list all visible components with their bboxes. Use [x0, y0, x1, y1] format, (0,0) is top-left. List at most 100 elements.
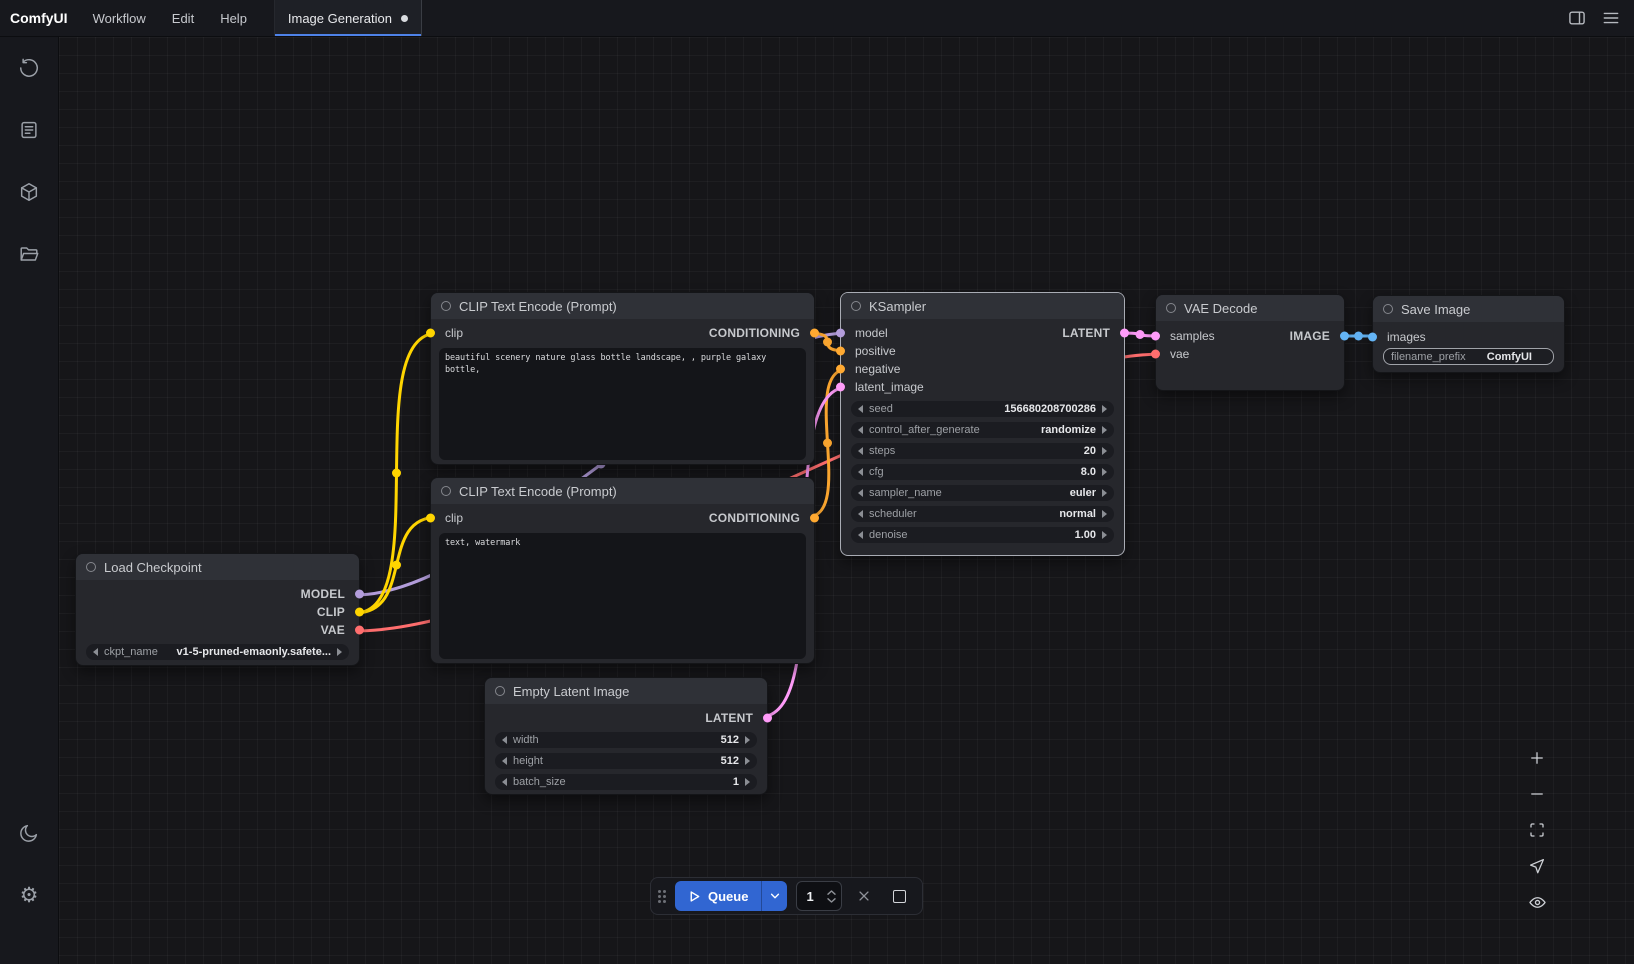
port-clip-output[interactable]	[355, 608, 364, 617]
stop-button[interactable]	[886, 883, 912, 909]
increment-arrow-icon[interactable]	[1102, 489, 1107, 497]
queue-options-button[interactable]	[761, 881, 787, 911]
widget-denoise[interactable]: denoise 1.00	[851, 527, 1114, 543]
zoom-in-button[interactable]	[1522, 743, 1552, 773]
decrement-arrow-icon[interactable]	[502, 736, 507, 744]
widget-filename-prefix[interactable]: filename_prefix ComfyUI	[1383, 348, 1554, 365]
widget-sampler-name[interactable]: sampler_name euler	[851, 485, 1114, 501]
node-clip-text-encode-positive[interactable]: CLIP Text Encode (Prompt) clip CONDITION…	[430, 292, 815, 465]
decrement-arrow-icon[interactable]	[858, 447, 863, 455]
port-samples-input[interactable]	[1151, 332, 1160, 341]
toggle-visibility-button[interactable]	[1522, 887, 1552, 917]
widget-seed[interactable]: seed 156680208700286	[851, 401, 1114, 417]
theme-toggle-button[interactable]	[16, 820, 42, 846]
batch-count-input[interactable]: 1	[796, 881, 842, 911]
node-header[interactable]: VAE Decode	[1156, 295, 1344, 321]
prompt-text-area[interactable]: beautiful scenery nature glass bottle la…	[439, 348, 806, 460]
port-negative-input[interactable]	[836, 365, 845, 374]
widget-control-after-generate[interactable]: control_after_generate randomize	[851, 422, 1114, 438]
sidebar-item-history[interactable]	[16, 55, 42, 81]
widget-steps[interactable]: steps 20	[851, 443, 1114, 459]
decrement-arrow-icon[interactable]	[858, 468, 863, 476]
increment-arrow-icon[interactable]	[1102, 426, 1107, 434]
widget-width[interactable]: width 512	[495, 732, 757, 748]
hamburger-menu-button[interactable]	[1596, 3, 1626, 33]
node-load-checkpoint[interactable]: Load Checkpoint MODEL CLIP VAE ckpt_name…	[75, 553, 360, 666]
increment-arrow-icon[interactable]	[1102, 405, 1107, 413]
link-midpoint-dot[interactable]	[823, 338, 832, 347]
prompt-text-area[interactable]: text, watermark	[439, 533, 806, 659]
link-midpoint-dot[interactable]	[823, 439, 832, 448]
sidebar-item-workflows[interactable]	[16, 241, 42, 267]
node-header[interactable]: Save Image	[1373, 296, 1564, 322]
app-logo[interactable]: ComfyUI	[0, 0, 80, 36]
clear-queue-button[interactable]	[851, 883, 877, 909]
link-midpoint-dot[interactable]	[392, 469, 401, 478]
port-clip-input[interactable]	[426, 514, 435, 523]
port-image-output[interactable]	[1340, 332, 1349, 341]
node-clip-text-encode-negative[interactable]: CLIP Text Encode (Prompt) clip CONDITION…	[430, 477, 815, 664]
port-vae-input[interactable]	[1151, 350, 1160, 359]
collapse-dot[interactable]	[851, 301, 861, 311]
drag-handle[interactable]	[658, 890, 666, 903]
port-latent-output[interactable]	[1120, 329, 1129, 338]
widget-batch-size[interactable]: batch_size 1	[495, 774, 757, 790]
menu-edit[interactable]: Edit	[159, 0, 207, 36]
widget-height[interactable]: height 512	[495, 753, 757, 769]
widget-ckpt-name[interactable]: ckpt_name v1-5-pruned-emaonly.safete...	[86, 644, 349, 660]
port-positive-input[interactable]	[836, 347, 845, 356]
fit-view-button[interactable]	[1522, 815, 1552, 845]
increment-arrow-icon[interactable]	[745, 736, 750, 744]
collapse-dot[interactable]	[441, 486, 451, 496]
collapse-dot[interactable]	[1166, 303, 1176, 313]
collapse-dot[interactable]	[441, 301, 451, 311]
decrement-arrow-icon[interactable]	[858, 489, 863, 497]
decrement-arrow-icon[interactable]	[93, 648, 98, 656]
node-header[interactable]: KSampler	[841, 293, 1124, 319]
node-header[interactable]: CLIP Text Encode (Prompt)	[431, 478, 814, 504]
node-ksampler[interactable]: KSampler model LATENT positive negative …	[840, 292, 1125, 556]
menu-help[interactable]: Help	[207, 0, 260, 36]
port-latent-image-input[interactable]	[836, 383, 845, 392]
port-clip-input[interactable]	[426, 329, 435, 338]
port-latent-output[interactable]	[763, 714, 772, 723]
workflow-tab[interactable]: Image Generation	[274, 0, 422, 36]
link-midpoint-dot[interactable]	[1136, 330, 1145, 339]
port-conditioning-output[interactable]	[810, 514, 819, 523]
increment-arrow-icon[interactable]	[1102, 447, 1107, 455]
node-vae-decode[interactable]: VAE Decode samples IMAGE vae	[1155, 294, 1345, 391]
stepper-down-icon[interactable]	[827, 898, 836, 903]
decrement-arrow-icon[interactable]	[858, 510, 863, 518]
graph-canvas[interactable]: Load Checkpoint MODEL CLIP VAE ckpt_name…	[59, 37, 1634, 964]
widget-scheduler[interactable]: scheduler normal	[851, 506, 1114, 522]
collapse-dot[interactable]	[1383, 304, 1393, 314]
menu-workflow[interactable]: Workflow	[80, 0, 159, 36]
collapse-dot[interactable]	[86, 562, 96, 572]
decrement-arrow-icon[interactable]	[858, 531, 863, 539]
decrement-arrow-icon[interactable]	[502, 757, 507, 765]
port-model-output[interactable]	[355, 590, 364, 599]
node-empty-latent-image[interactable]: Empty Latent Image LATENT width 512 heig…	[484, 677, 768, 795]
zoom-out-button[interactable]	[1522, 779, 1552, 809]
increment-arrow-icon[interactable]	[1102, 468, 1107, 476]
increment-arrow-icon[interactable]	[1102, 531, 1107, 539]
select-mode-button[interactable]	[1522, 851, 1552, 881]
collapse-dot[interactable]	[495, 686, 505, 696]
increment-arrow-icon[interactable]	[745, 778, 750, 786]
port-model-input[interactable]	[836, 329, 845, 338]
node-header[interactable]: Empty Latent Image	[485, 678, 767, 704]
queue-button[interactable]: Queue	[675, 881, 761, 911]
increment-arrow-icon[interactable]	[1102, 510, 1107, 518]
decrement-arrow-icon[interactable]	[502, 778, 507, 786]
port-conditioning-output[interactable]	[810, 329, 819, 338]
link-midpoint-dot[interactable]	[1354, 332, 1363, 341]
decrement-arrow-icon[interactable]	[858, 426, 863, 434]
port-vae-output[interactable]	[355, 626, 364, 635]
decrement-arrow-icon[interactable]	[858, 405, 863, 413]
port-images-input[interactable]	[1368, 333, 1377, 342]
node-header[interactable]: Load Checkpoint	[76, 554, 359, 580]
increment-arrow-icon[interactable]	[745, 757, 750, 765]
node-header[interactable]: CLIP Text Encode (Prompt)	[431, 293, 814, 319]
stepper-up-icon[interactable]	[827, 890, 836, 895]
panel-toggle-button[interactable]	[1562, 3, 1592, 33]
